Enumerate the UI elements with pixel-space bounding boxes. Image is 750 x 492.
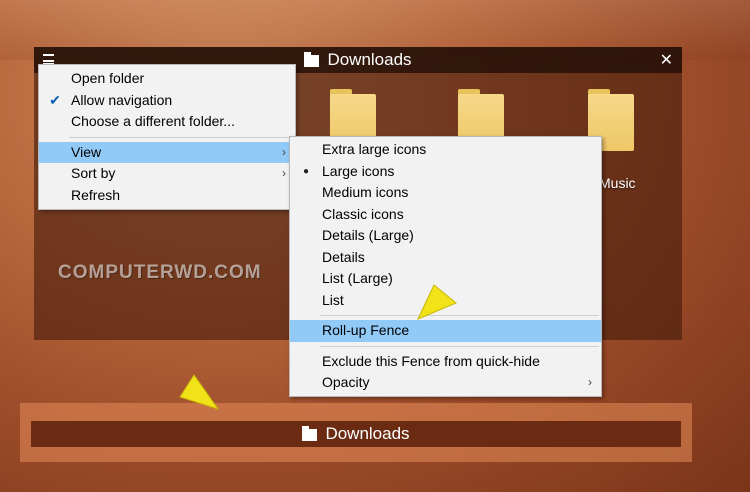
submenu-arrow-icon: › <box>282 166 286 180</box>
menu-item-choose-folder[interactable]: Choose a different folder... <box>39 111 295 133</box>
menu-item-medium-icons[interactable]: Medium icons <box>290 182 601 204</box>
submenu-arrow-icon: › <box>588 375 592 389</box>
rolled-up-fence-bar[interactable]: Downloads <box>31 421 681 447</box>
menu-item-label: Allow navigation <box>71 91 173 108</box>
folder-icon <box>304 52 320 67</box>
menu-item-label: Choose a different folder... <box>71 113 235 129</box>
menu-item-label: Extra large icons <box>322 141 427 157</box>
menu-item-label: Large icons <box>322 162 395 179</box>
menu-item-classic-icons[interactable]: Classic icons <box>290 204 601 226</box>
menu-item-allow-navigation[interactable]: ✔ Allow navigation <box>39 90 295 112</box>
menu-item-label: Roll-up Fence <box>322 322 410 338</box>
menu-item-label: Details <box>322 248 365 265</box>
annotation-pointer-icon <box>416 284 457 320</box>
rolled-fence-title: Downloads <box>325 424 410 443</box>
menu-item-label: Refresh <box>71 186 121 203</box>
menu-separator <box>320 345 599 347</box>
menu-separator <box>69 136 293 138</box>
menu-item-label: Details (Large) <box>322 227 414 243</box>
menu-item-extra-large-icons[interactable]: Extra large icons <box>290 139 601 161</box>
menu-item-label: Open folder <box>71 70 145 86</box>
menu-item-large-icons[interactable]: ● Large icons <box>290 161 601 183</box>
annotation-pointer-icon <box>179 374 220 410</box>
menu-item-label: Sort by <box>71 165 116 181</box>
menu-item-label: Classic icons <box>322 205 404 222</box>
view-submenu: Extra large icons ● Large icons Medium i… <box>289 136 602 397</box>
menu-item-sort-by[interactable]: Sort by › <box>39 163 295 185</box>
menu-item-details-large[interactable]: Details (Large) <box>290 225 601 247</box>
menu-item-label: Exclude this Fence from quick-hide <box>322 352 540 369</box>
menu-item-label: View <box>71 143 102 160</box>
menu-item-refresh[interactable]: Refresh <box>39 185 295 207</box>
menu-item-opacity[interactable]: Opacity › <box>290 372 601 394</box>
menu-item-view[interactable]: View › <box>39 141 295 163</box>
menu-item-details[interactable]: Details <box>290 247 601 269</box>
check-icon: ✔ <box>49 91 61 108</box>
fence-title-text: Downloads <box>327 50 412 69</box>
menu-item-label: List (Large) <box>322 270 393 286</box>
watermark-text: COMPUTERWD.COM <box>58 262 262 283</box>
folder-icon <box>302 426 318 441</box>
menu-item-rollup-fence[interactable]: Roll-up Fence <box>290 320 601 342</box>
folder-label-music[interactable]: Music <box>599 175 636 191</box>
menu-item-label: Medium icons <box>322 184 409 200</box>
menu-item-exclude-quick-hide[interactable]: Exclude this Fence from quick-hide <box>290 351 601 373</box>
bullet-icon: ● <box>302 165 310 177</box>
menu-item-open-folder[interactable]: Open folder <box>39 68 295 90</box>
menu-item-label: List <box>322 291 344 308</box>
fence-context-menu: Open folder ✔ Allow navigation Choose a … <box>38 64 296 210</box>
menu-item-label: Opacity <box>322 374 370 390</box>
close-icon[interactable]: ✕ <box>660 50 673 70</box>
submenu-arrow-icon: › <box>282 144 286 159</box>
